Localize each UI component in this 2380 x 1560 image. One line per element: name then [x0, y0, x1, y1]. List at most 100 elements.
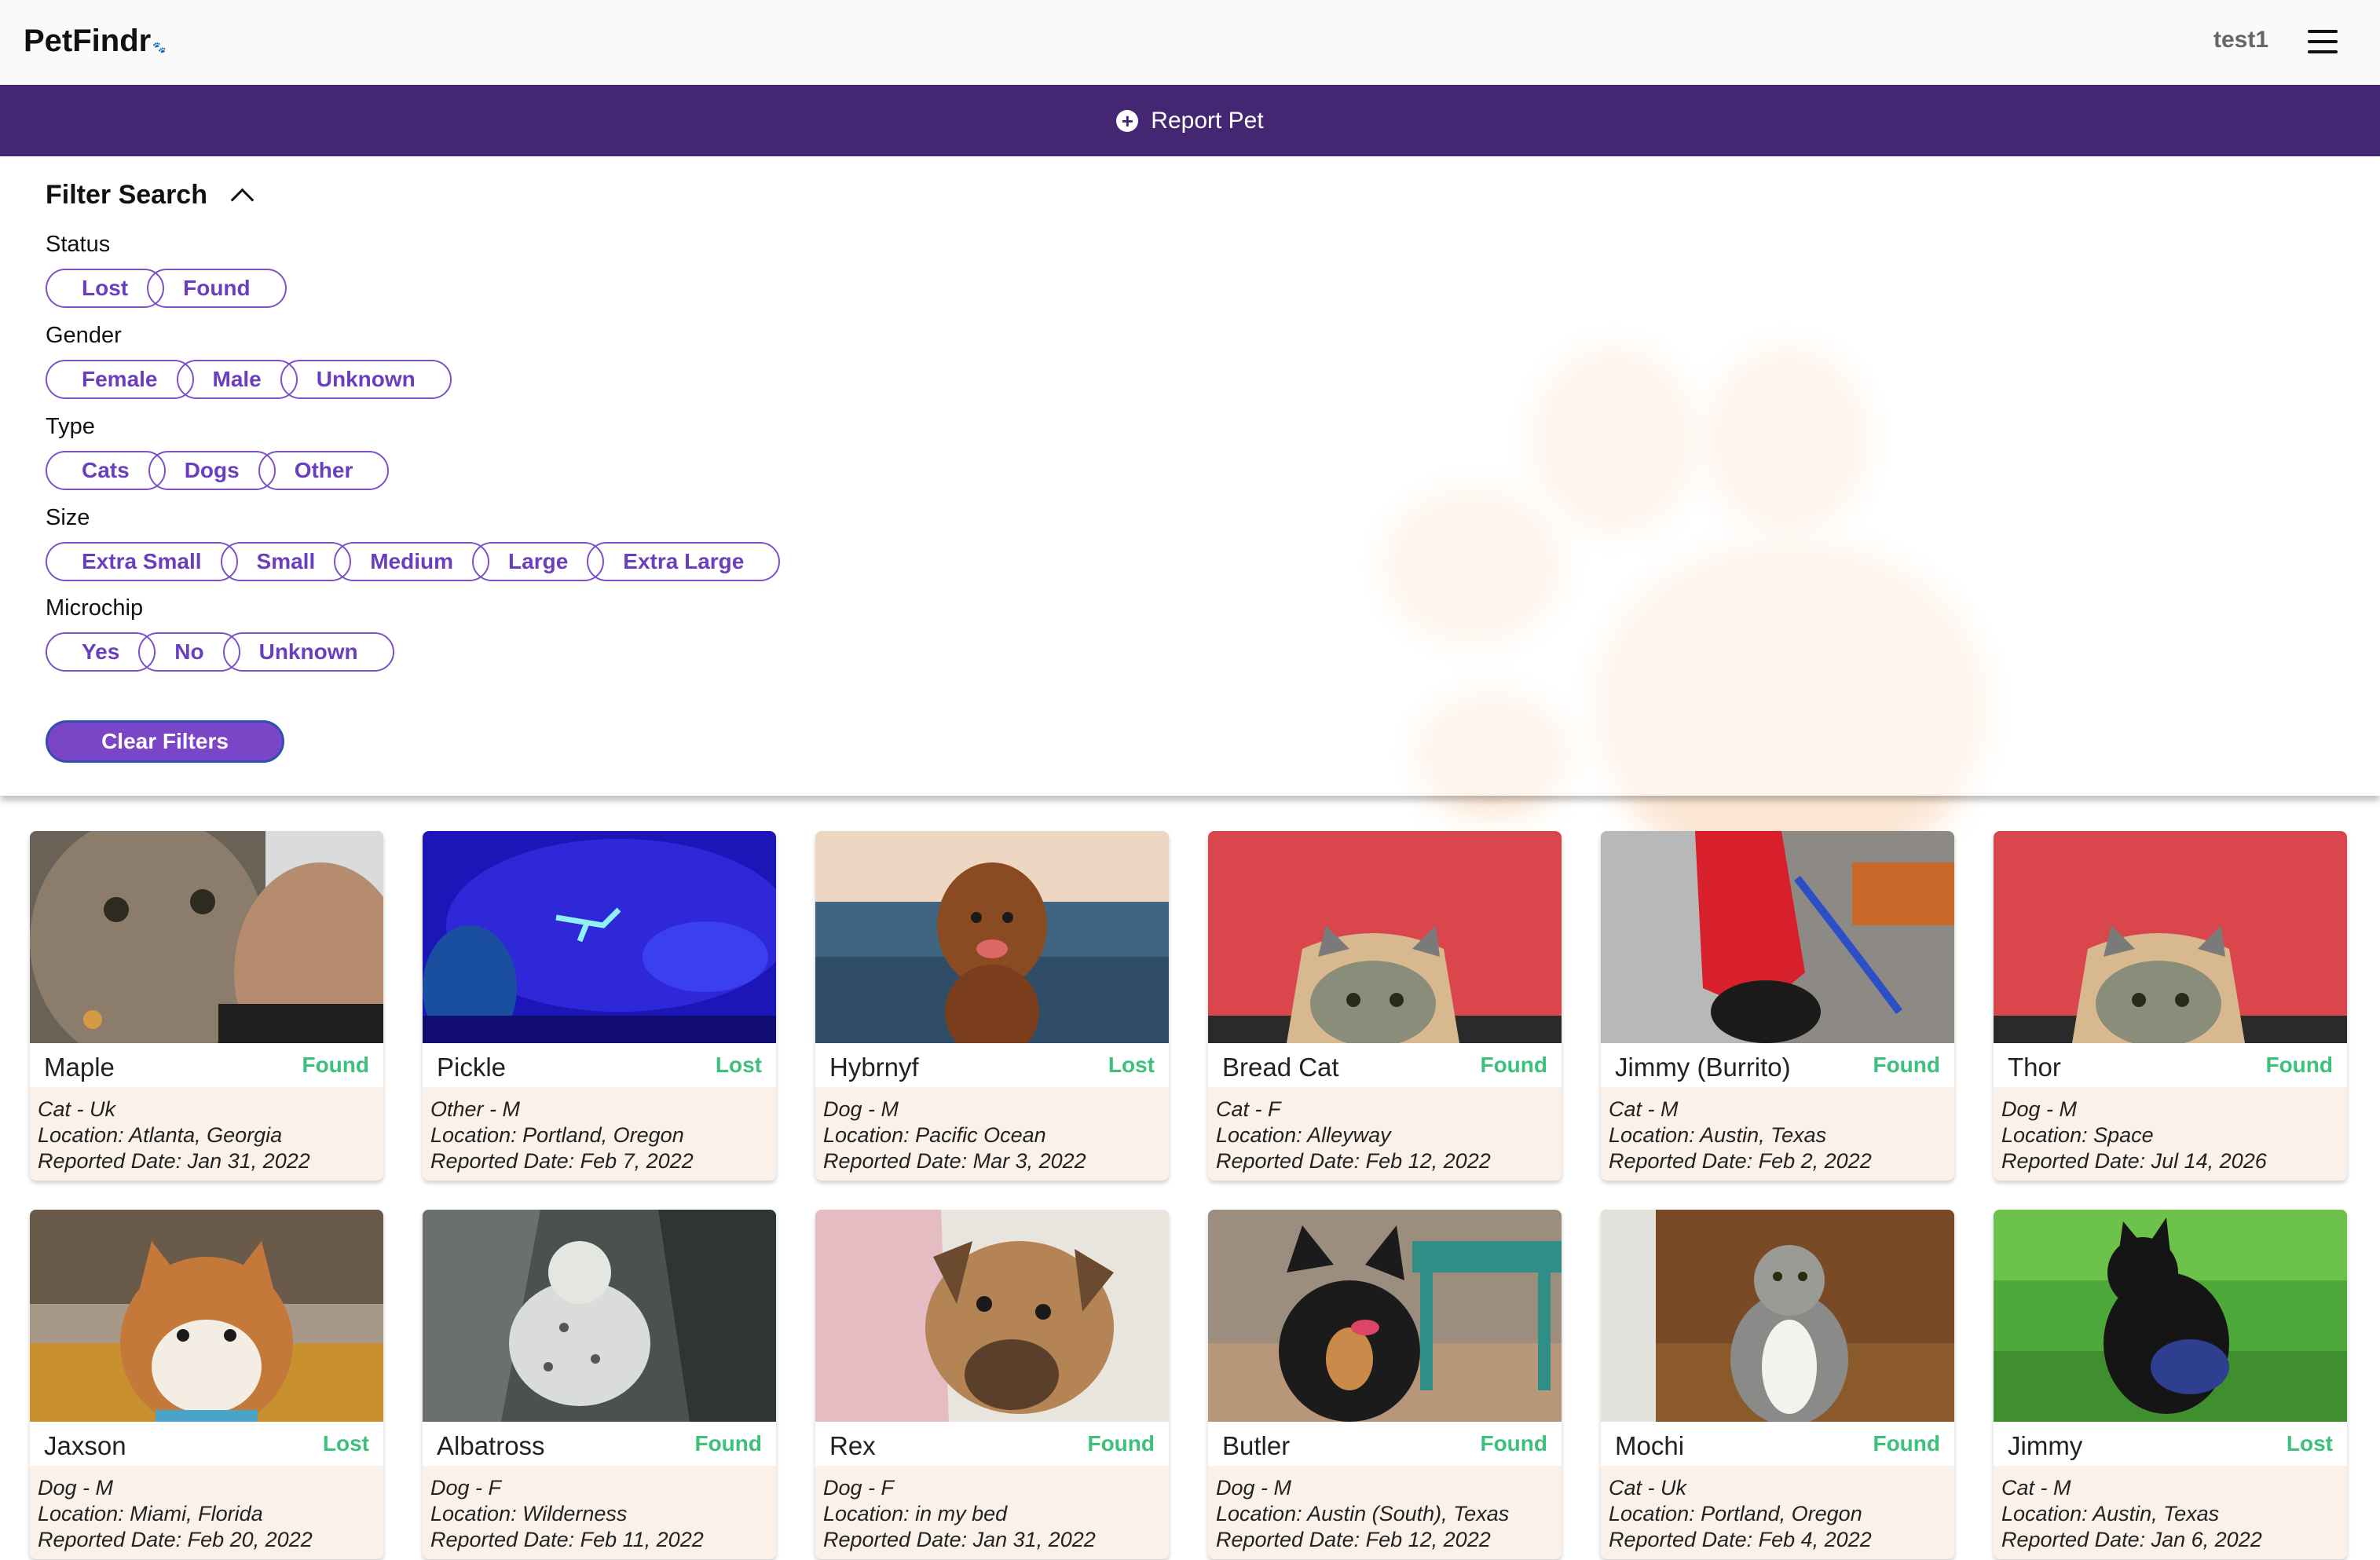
chip-found[interactable]: Found [147, 269, 287, 308]
pet-photo [1994, 1210, 2347, 1422]
pet-reported-date: Reported Date: Feb 12, 2022 [1216, 1528, 1491, 1551]
pet-namebar: Jaxson Lost [30, 1422, 383, 1466]
report-pet-button[interactable]: + Report Pet [0, 85, 2380, 156]
pet-photo [815, 1210, 1169, 1422]
chip-medium[interactable]: Medium [334, 542, 490, 581]
filter-label-status: Status [46, 232, 111, 257]
chip-dogs[interactable]: Dogs [148, 451, 276, 490]
pet-card[interactable]: Rex Found Dog - F Location: in my bed Re… [815, 1210, 1169, 1559]
chip-gender-unknown[interactable]: Unknown [280, 360, 452, 399]
username[interactable]: test1 [2213, 27, 2268, 53]
pet-card[interactable]: Jimmy Lost Cat - M Location: Austin, Tex… [1994, 1210, 2347, 1559]
pet-photo [815, 831, 1169, 1043]
pet-reported-date: Reported Date: Feb 11, 2022 [430, 1528, 704, 1551]
pet-info: Other - M [430, 1097, 521, 1121]
chip-cats[interactable]: Cats [46, 451, 166, 490]
pet-photo [1208, 831, 1562, 1043]
pet-details: Dog - M Location: Pacific Ocean Reported… [823, 1097, 1086, 1174]
pet-card[interactable]: Maple Found Cat - Uk Location: Atlanta, … [30, 831, 383, 1181]
pet-photo [30, 1210, 383, 1422]
status-badge: Found [1873, 1053, 1940, 1077]
pet-details: Dog - M Location: Austin (South), Texas … [1216, 1475, 1509, 1553]
filter-label-microchip: Microchip [46, 595, 144, 621]
pet-card[interactable]: Jaxson Lost Dog - M Location: Miami, Flo… [30, 1210, 383, 1559]
pet-info: Dog - F [430, 1476, 502, 1500]
chip-microchip-unknown[interactable]: Unknown [222, 632, 394, 672]
pet-location: Location: Austin, Texas [1609, 1123, 1827, 1147]
pet-namebar: Bread Cat Found [1208, 1043, 1562, 1087]
filter-label-type: Type [46, 414, 95, 439]
pet-info: Cat - M [2001, 1476, 2071, 1500]
pet-info: Dog - M [1216, 1476, 1292, 1500]
pet-details: Cat - M Location: Austin, Texas Reported… [2001, 1475, 2262, 1553]
chip-female[interactable]: Female [46, 360, 194, 399]
status-chips: Lost Found [46, 269, 287, 308]
status-badge: Found [2265, 1053, 2333, 1077]
pet-photo [1208, 1210, 1562, 1422]
status-badge: Found [302, 1053, 369, 1077]
logo-text: PetFindr [24, 24, 152, 58]
filter-title: Filter Search [46, 180, 207, 210]
pet-name: Bread Cat [1222, 1053, 1339, 1082]
chip-large[interactable]: Large [472, 542, 605, 581]
plus-circle-icon: + [1116, 109, 1139, 132]
pet-reported-date: Reported Date: Feb 2, 2022 [1609, 1149, 1872, 1173]
pet-card[interactable]: Albatross Found Dog - F Location: Wilder… [423, 1210, 776, 1559]
pet-info: Cat - Uk [38, 1097, 116, 1121]
pet-name: Jimmy (Burrito) [1615, 1053, 1791, 1082]
filter-header[interactable]: Filter Search [46, 180, 254, 212]
pet-location: Location: Portland, Oregon [1609, 1502, 1862, 1525]
pet-card[interactable]: Butler Found Dog - M Location: Austin (S… [1208, 1210, 1562, 1559]
status-badge: Found [1480, 1053, 1547, 1077]
pet-details: Cat - Uk Location: Atlanta, Georgia Repo… [38, 1097, 310, 1174]
status-badge: Found [1480, 1431, 1547, 1456]
pet-card[interactable]: Thor Found Dog - M Location: Space Repor… [1994, 831, 2347, 1181]
pet-card[interactable]: Bread Cat Found Cat - F Location: Alleyw… [1208, 831, 1562, 1181]
pet-reported-date: Reported Date: Mar 3, 2022 [823, 1149, 1086, 1173]
pet-reported-date: Reported Date: Feb 20, 2022 [38, 1528, 313, 1551]
pet-reported-date: Reported Date: Feb 12, 2022 [1216, 1149, 1491, 1173]
pet-location: Location: Austin (South), Texas [1216, 1502, 1510, 1525]
pet-details: Dog - F Location: in my bed Reported Dat… [823, 1475, 1096, 1553]
chip-other[interactable]: Other [258, 451, 390, 490]
pet-card[interactable]: Jimmy (Burrito) Found Cat - M Location: … [1601, 831, 1954, 1181]
pet-photo [1601, 831, 1954, 1043]
pet-name: Rex [829, 1431, 876, 1460]
hamburger-menu-icon[interactable] [2308, 30, 2338, 53]
pet-info: Dog - M [38, 1476, 114, 1500]
status-badge: Found [1087, 1431, 1155, 1456]
pet-name: Jimmy [2008, 1431, 2083, 1460]
pet-name: Thor [2008, 1053, 2061, 1082]
chip-small[interactable]: Small [220, 542, 352, 581]
status-badge: Lost [2286, 1431, 2333, 1456]
pet-details: Cat - M Location: Austin, Texas Reported… [1609, 1097, 1872, 1174]
pet-namebar: Albatross Found [423, 1422, 776, 1466]
pet-name: Mochi [1615, 1431, 1685, 1460]
pet-card[interactable]: Hybrnyf Lost Dog - M Location: Pacific O… [815, 831, 1169, 1181]
pet-photo [423, 831, 776, 1043]
pet-name: Maple [44, 1053, 115, 1082]
chip-male[interactable]: Male [176, 360, 298, 399]
status-badge: Found [1873, 1431, 1940, 1456]
chevron-up-icon[interactable] [230, 188, 254, 212]
chip-extra-small[interactable]: Extra Small [46, 542, 238, 581]
pet-photo [30, 831, 383, 1043]
status-badge: Found [694, 1431, 762, 1456]
pet-info: Dog - M [823, 1097, 899, 1121]
top-navbar: PetFindr 🐾 test1 [0, 0, 2380, 85]
pet-card[interactable]: Mochi Found Cat - Uk Location: Portland,… [1601, 1210, 1954, 1559]
pet-info: Dog - M [2001, 1097, 2078, 1121]
pet-name: Albatross [437, 1431, 545, 1460]
pet-location: Location: Space [2001, 1123, 2154, 1147]
filter-panel: Filter Search Status Lost Found Gender F… [0, 156, 2380, 796]
pet-namebar: Jimmy (Burrito) Found [1601, 1043, 1954, 1087]
pet-photo [423, 1210, 776, 1422]
chip-extra-large[interactable]: Extra Large [587, 542, 781, 581]
microchip-chips: Yes No Unknown [46, 632, 394, 672]
clear-filters-button[interactable]: Clear Filters [46, 720, 284, 763]
status-badge: Lost [1108, 1053, 1155, 1077]
logo[interactable]: PetFindr 🐾 [24, 24, 167, 59]
pet-info: Cat - Uk [1609, 1476, 1687, 1500]
pet-namebar: Hybrnyf Lost [815, 1043, 1169, 1087]
pet-card[interactable]: Pickle Lost Other - M Location: Portland… [423, 831, 776, 1181]
